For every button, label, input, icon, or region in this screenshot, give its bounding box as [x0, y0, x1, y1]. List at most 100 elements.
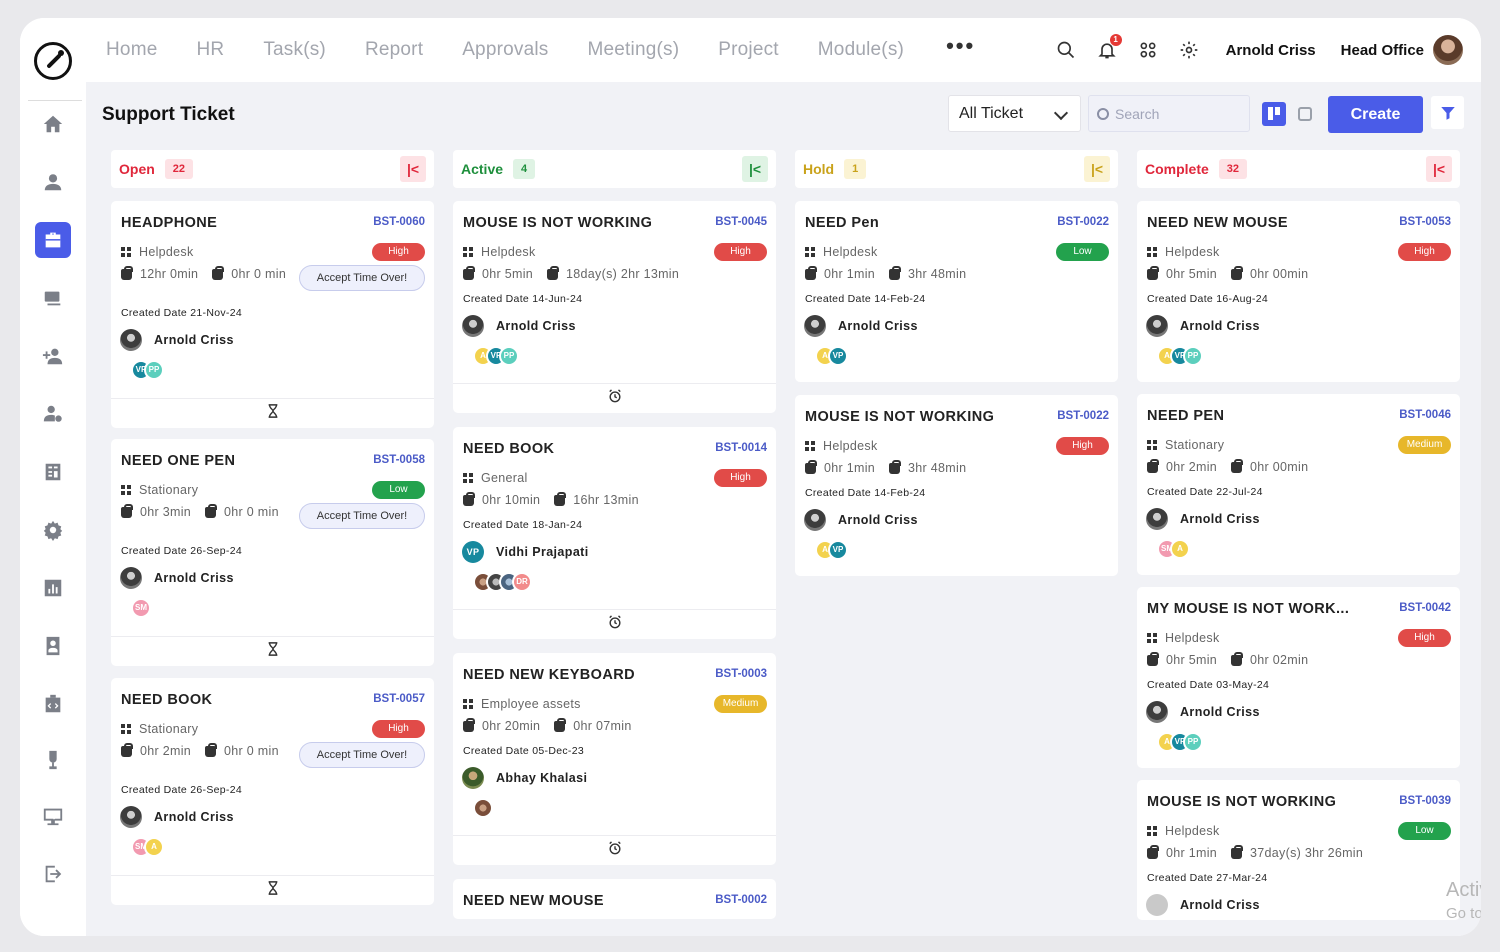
user-avatar[interactable] [1433, 35, 1463, 65]
sidebar-meeting-icon[interactable] [35, 280, 71, 316]
collapse-column-icon[interactable]: |< [1426, 156, 1452, 182]
ticket-id[interactable]: BST-0045 [715, 216, 767, 228]
nav-hr[interactable]: HR [196, 39, 224, 61]
collapse-column-icon[interactable]: |< [1084, 156, 1110, 182]
assignee-name: Arnold Criss [496, 319, 576, 333]
alarm-clock-icon[interactable] [608, 841, 622, 860]
sidebar-user-settings-icon[interactable] [35, 396, 71, 432]
watcher-avatar[interactable]: PP [499, 346, 519, 366]
ticket-card[interactable]: NEED NEW MOUSE BST-0053 Helpdesk High 0hr 5m… [1137, 201, 1460, 382]
sidebar-user-icon[interactable] [35, 164, 71, 200]
sidebar-logout-icon[interactable] [35, 856, 71, 892]
hourglass-icon[interactable] [266, 642, 280, 661]
sidebar-monitor-icon[interactable] [35, 798, 71, 834]
ticket-card[interactable]: MOUSE IS NOT WORKING BST-0045 Helpdesk High… [453, 201, 776, 413]
ticket-card[interactable]: HEADPHONE BST-0060 Helpdesk High 12hr 0min 0h… [111, 201, 434, 428]
ticket-id[interactable]: BST-0002 [715, 894, 767, 906]
ticket-filter-dropdown[interactable]: All Ticket [948, 95, 1081, 132]
collapse-column-icon[interactable]: |< [400, 156, 426, 182]
ticket-id[interactable]: BST-0039 [1399, 795, 1451, 807]
settings-icon[interactable] [1177, 38, 1201, 62]
ticket-card[interactable]: NEED Pen BST-0022 Helpdesk Low 0hr 1min 3hr 4… [795, 201, 1118, 382]
column-header: Hold 1 |< [795, 150, 1118, 188]
sidebar-award-icon[interactable] [35, 742, 71, 778]
hourglass-icon[interactable] [266, 404, 280, 423]
nav-home[interactable]: Home [106, 39, 157, 61]
timer-icon [205, 742, 218, 757]
ticket-search[interactable] [1088, 95, 1250, 132]
apps-grid-icon[interactable] [1136, 38, 1160, 62]
ticket-card[interactable]: MOUSE IS NOT WORKING BST-0039 Helpdesk Low 0… [1137, 780, 1460, 920]
ticket-id[interactable]: BST-0060 [373, 216, 425, 228]
ticket-id[interactable]: BST-0042 [1399, 602, 1451, 614]
create-button[interactable]: Create [1328, 96, 1423, 133]
list-view-icon[interactable] [1298, 107, 1312, 121]
sidebar-code-icon[interactable] [35, 686, 71, 722]
ticket-id[interactable]: BST-0046 [1399, 409, 1451, 421]
ticket-card[interactable]: NEED BOOK BST-0057 Stationary High 0hr 2min 0… [111, 678, 434, 905]
search-icon[interactable] [1054, 38, 1078, 62]
watcher-avatar[interactable]: VP [828, 346, 848, 366]
accept-time-over-button[interactable]: Accept Time Over! [299, 742, 425, 768]
watcher-avatar[interactable]: A [144, 837, 164, 857]
ticket-card[interactable]: NEED NEW KEYBOARD BST-0003 Employee assets… [453, 653, 776, 865]
accept-time-over-button[interactable]: Accept Time Over! [299, 503, 425, 529]
ticket-id[interactable]: BST-0022 [1057, 410, 1109, 422]
nav-project[interactable]: Project [718, 39, 779, 61]
accept-time-over-button[interactable]: Accept Time Over! [299, 265, 425, 291]
nav-tasks[interactable]: Task(s) [263, 39, 326, 61]
assignee-name: Arnold Criss [1180, 898, 1260, 912]
ticket-id[interactable]: BST-0003 [715, 668, 767, 680]
app-logo[interactable] [34, 42, 72, 80]
ticket-id[interactable]: BST-0057 [373, 693, 425, 705]
ticket-card[interactable]: NEED ONE PEN BST-0058 Stationary Low 0hr 3mi… [111, 439, 434, 666]
ticket-card[interactable]: NEED NEW MOUSE BST-0002 [453, 879, 776, 919]
sidebar-home-icon[interactable] [35, 106, 71, 142]
watcher-avatar[interactable]: PP [144, 360, 164, 380]
hourglass-icon[interactable] [266, 881, 280, 900]
assignee-avatar [120, 567, 142, 589]
current-user-name[interactable]: Arnold Criss [1226, 42, 1316, 59]
ticket-card[interactable]: NEED PEN BST-0046 Stationary Medium 0hr 2min… [1137, 394, 1460, 575]
assignee-avatar [462, 315, 484, 337]
ticket-id[interactable]: BST-0014 [715, 442, 767, 454]
watcher-avatar[interactable]: PP [1183, 346, 1203, 366]
nav-report[interactable]: Report [365, 39, 423, 61]
watcher-avatar[interactable]: A [1170, 539, 1190, 559]
watchers-avatars: SM A [1157, 539, 1190, 559]
ticket-card[interactable]: MY MOUSE IS NOT WORK... BST-0042 Helpdesk H… [1137, 587, 1460, 768]
ticket-card[interactable]: MOUSE IS NOT WORKING BST-0022 Helpdesk High… [795, 395, 1118, 576]
ticket-search-input[interactable] [1115, 105, 1235, 122]
kanban-view-icon[interactable] [1262, 102, 1286, 126]
sidebar-briefcase-icon[interactable] [35, 222, 71, 258]
watcher-avatar[interactable]: SM [131, 598, 151, 618]
nav-approvals[interactable]: Approvals [462, 39, 548, 61]
collapse-column-icon[interactable]: |< [742, 156, 768, 182]
office-selector[interactable]: Head Office [1341, 42, 1424, 59]
filter-funnel-icon[interactable] [1431, 96, 1464, 129]
nav-meetings[interactable]: Meeting(s) [587, 39, 679, 61]
watcher-avatar[interactable]: VP [828, 540, 848, 560]
sidebar-chart-icon[interactable] [35, 570, 71, 606]
nav-modules[interactable]: Module(s) [818, 39, 904, 61]
watcher-avatar[interactable] [473, 798, 493, 818]
ticket-times: 0hr 2min 0hr 0 min [121, 742, 279, 758]
alarm-clock-icon[interactable] [608, 615, 622, 634]
ticket-id[interactable]: BST-0022 [1057, 216, 1109, 228]
ticket-id[interactable]: BST-0053 [1399, 216, 1451, 228]
watcher-avatar[interactable]: DR [512, 572, 532, 592]
watcher-avatar[interactable]: PP [1183, 732, 1203, 752]
assignee-avatar [1146, 315, 1168, 337]
bell-icon[interactable]: 1 [1095, 34, 1122, 62]
alarm-clock-icon[interactable] [608, 389, 622, 408]
response-time: 0hr 2min [1166, 460, 1218, 474]
ticket-id[interactable]: BST-0058 [373, 454, 425, 466]
sidebar-calculator-icon[interactable] [35, 454, 71, 490]
card-footer [453, 609, 776, 639]
sidebar-contacts-icon[interactable] [35, 628, 71, 664]
nav-more-icon[interactable]: ••• [946, 33, 975, 59]
sidebar-gear-icon[interactable] [35, 512, 71, 548]
sidebar-add-user-icon[interactable] [35, 338, 71, 374]
ticket-card[interactable]: NEED BOOK BST-0014 General High 0hr 10min 16h… [453, 427, 776, 639]
created-date: Created Date 16-Aug-24 [1147, 293, 1269, 305]
